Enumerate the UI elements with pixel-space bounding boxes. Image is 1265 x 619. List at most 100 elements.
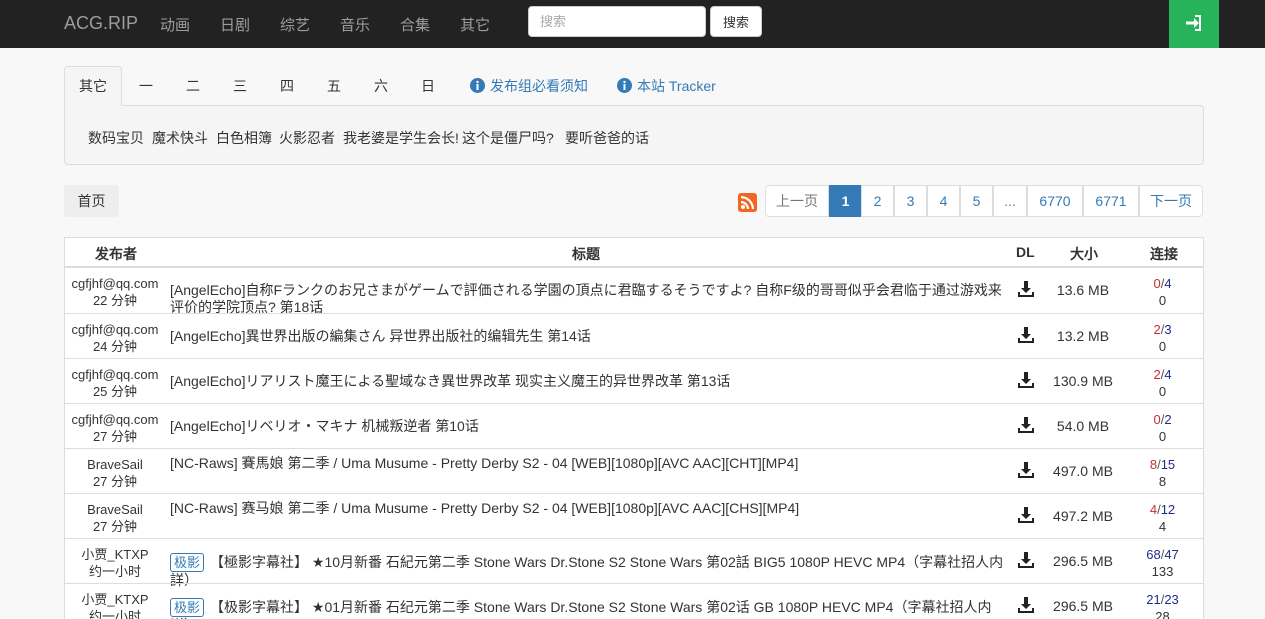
leechers-count: 4 <box>1164 367 1172 382</box>
table-row: cgfjhf@qq.com 22 分钟 [AngelEcho]自称Fランクのお兄… <box>65 268 1203 316</box>
page-1-button[interactable]: 1 <box>829 185 862 217</box>
completed-count: 0 <box>1158 384 1167 399</box>
search-button[interactable]: 搜索 <box>710 6 762 37</box>
nav-item-other[interactable]: 其它 <box>460 14 490 35</box>
page-ellipsis: ... <box>993 185 1027 217</box>
info-circle-icon <box>617 78 632 93</box>
torrent-title-link[interactable]: [AngelEcho]リベリオ・マキナ 机械叛逆者 第10话 <box>170 418 479 434</box>
leechers-count: 15 <box>1160 457 1176 472</box>
table-row: cgfjhf@qq.com 27 分钟 [AngelEcho]リベリオ・マキナ … <box>65 403 1203 448</box>
tab-monday[interactable]: 一 <box>127 66 165 106</box>
tag-item[interactable]: 魔术快斗 <box>152 128 208 148</box>
page-6771-button[interactable]: 6771 <box>1083 185 1139 217</box>
title-cell: [AngelEcho]リアリスト魔王による聖域なき異世界改革 现实主义魔王的异世… <box>170 373 1005 390</box>
header-publisher: 发布者 <box>95 246 137 262</box>
publisher-name[interactable]: cgfjhf@qq.com <box>65 366 165 383</box>
page-4-button[interactable]: 4 <box>927 185 960 217</box>
publisher-name[interactable]: 小贾_KTXP <box>65 546 165 563</box>
size-cell: 130.9 MB <box>1053 373 1113 389</box>
publish-time: 约一小时 <box>88 609 141 619</box>
page-6770-button[interactable]: 6770 <box>1027 185 1083 217</box>
tab-other[interactable]: 其它 <box>64 66 122 106</box>
tag-item[interactable]: 白色相簿 <box>216 128 272 148</box>
tag-item[interactable]: 我老婆是学生会长! <box>343 128 459 148</box>
publisher-cell: cgfjhf@qq.com 25 分钟 <box>65 366 165 400</box>
seeders-count: 4 <box>1149 502 1158 517</box>
tag-item[interactable]: 火影忍者 <box>279 128 335 148</box>
connections-cell: 68/47 133 <box>1125 546 1200 580</box>
search-input[interactable] <box>528 6 706 37</box>
publisher-name[interactable]: BraveSail <box>65 456 165 473</box>
home-button[interactable]: 首页 <box>64 185 119 217</box>
nav-item-collection[interactable]: 合集 <box>400 14 430 35</box>
table-header: 发布者 标题 DL 大小 连接 <box>65 238 1203 268</box>
next-page-button[interactable]: 下一页 <box>1139 185 1203 217</box>
completed-count: 0 <box>1158 429 1167 444</box>
tag-item[interactable]: 数码宝贝 <box>88 128 144 148</box>
tag-panel: 数码宝贝 魔术快斗 白色相簿 火影忍者 我老婆是学生会长! 这个是僵尸吗? 要听… <box>64 105 1204 165</box>
nav-item-variety[interactable]: 综艺 <box>280 14 310 35</box>
torrent-title-link[interactable]: [NC-Raws] 赛马娘 第二季 / Uma Musume - Pretty … <box>170 500 799 516</box>
size-cell: 296.5 MB <box>1053 553 1113 569</box>
torrent-title-link[interactable]: 【极影字幕社】 ★01月新番 石纪元第二季 Stone Wars Dr.Ston… <box>170 599 991 619</box>
team-badge[interactable]: 极影 <box>170 553 205 572</box>
tag-item[interactable]: 这个是僵尸吗? <box>462 128 554 148</box>
team-badge[interactable]: 极影 <box>170 598 205 617</box>
publisher-cell: 小贾_KTXP 约一小时 <box>65 546 165 580</box>
publisher-name[interactable]: cgfjhf@qq.com <box>65 321 165 338</box>
tab-link-tracker[interactable]: 本站 Tracker <box>617 66 716 106</box>
table-body: cgfjhf@qq.com 22 分钟 [AngelEcho]自称Fランクのお兄… <box>65 268 1203 619</box>
connections-cell: 0/4 0 <box>1125 275 1200 309</box>
publisher-name[interactable]: cgfjhf@qq.com <box>65 275 165 292</box>
site-brand[interactable]: ACG.RIP <box>64 13 138 34</box>
publish-time: 27 分钟 <box>92 474 138 489</box>
nav-item-music[interactable]: 音乐 <box>340 14 370 35</box>
leechers-count: 12 <box>1160 502 1176 517</box>
completed-count: 133 <box>1151 564 1174 579</box>
nav-item-anime[interactable]: 动画 <box>160 14 190 35</box>
tab-saturday[interactable]: 六 <box>362 66 400 106</box>
publish-time: 22 分钟 <box>92 293 138 308</box>
leechers-count: 4 <box>1164 276 1172 291</box>
seeders-count: 8 <box>1149 457 1158 472</box>
publisher-name[interactable]: 小贾_KTXP <box>65 591 165 608</box>
tab-wednesday[interactable]: 三 <box>221 66 259 106</box>
prev-page-button[interactable]: 上一页 <box>765 185 829 217</box>
page-5-button[interactable]: 5 <box>960 185 993 217</box>
publisher-cell: 小贾_KTXP 约一小时 <box>65 591 165 619</box>
tab-thursday[interactable]: 四 <box>268 66 306 106</box>
leechers-count: 23 <box>1164 592 1179 607</box>
title-cell: [AngelEcho]自称Fランクのお兄さまがゲームで評価される学園の頂点に君臨… <box>170 282 1005 316</box>
tab-friday[interactable]: 五 <box>315 66 353 106</box>
tab-tuesday[interactable]: 二 <box>174 66 212 106</box>
page-3-button[interactable]: 3 <box>894 185 927 217</box>
tab-link-label: 发布组必看须知 <box>490 78 588 94</box>
completed-count: 0 <box>1158 339 1167 354</box>
publisher-name[interactable]: BraveSail <box>65 501 165 518</box>
publisher-name[interactable]: cgfjhf@qq.com <box>65 411 165 428</box>
torrent-title-link[interactable]: [AngelEcho]自称Fランクのお兄さまがゲームで評価される学園の頂点に君臨… <box>170 282 1002 315</box>
publish-time: 约一小时 <box>88 564 141 579</box>
nav-item-drama[interactable]: 日剧 <box>220 14 250 35</box>
header-title: 标题 <box>572 246 600 262</box>
torrent-title-link[interactable]: [AngelEcho]異世界出版の編集さん 异世界出版社的编辑先生 第14话 <box>170 328 591 344</box>
tag-item[interactable]: 要听爸爸的话 <box>565 128 649 148</box>
title-cell: [NC-Raws] 賽馬娘 第二季 / Uma Musume - Pretty … <box>170 455 1005 472</box>
connections-cell: 2/4 0 <box>1125 366 1200 400</box>
size-cell: 296.5 MB <box>1053 598 1113 614</box>
rss-icon[interactable] <box>738 193 757 212</box>
connections-cell: 0/2 0 <box>1125 411 1200 445</box>
login-button[interactable] <box>1169 0 1219 48</box>
seeders-count: 2 <box>1153 322 1161 337</box>
page-2-button[interactable]: 2 <box>861 185 894 217</box>
tab-link-publisher-notice[interactable]: 发布组必看须知 <box>470 66 588 106</box>
torrent-title-link[interactable]: [AngelEcho]リアリスト魔王による聖域なき異世界改革 现实主义魔王的异世… <box>170 373 730 389</box>
completed-count: 4 <box>1158 519 1167 534</box>
header-size: 大小 <box>1070 246 1098 262</box>
table-row: cgfjhf@qq.com 25 分钟 [AngelEcho]リアリスト魔王によ… <box>65 358 1203 403</box>
seeders-count: 0 <box>1153 412 1161 427</box>
seeders-count: 21 <box>1146 592 1161 607</box>
torrent-title-link[interactable]: [NC-Raws] 賽馬娘 第二季 / Uma Musume - Pretty … <box>170 455 798 471</box>
tab-sunday[interactable]: 日 <box>409 66 447 106</box>
seeders-count: 68 <box>1146 547 1161 562</box>
